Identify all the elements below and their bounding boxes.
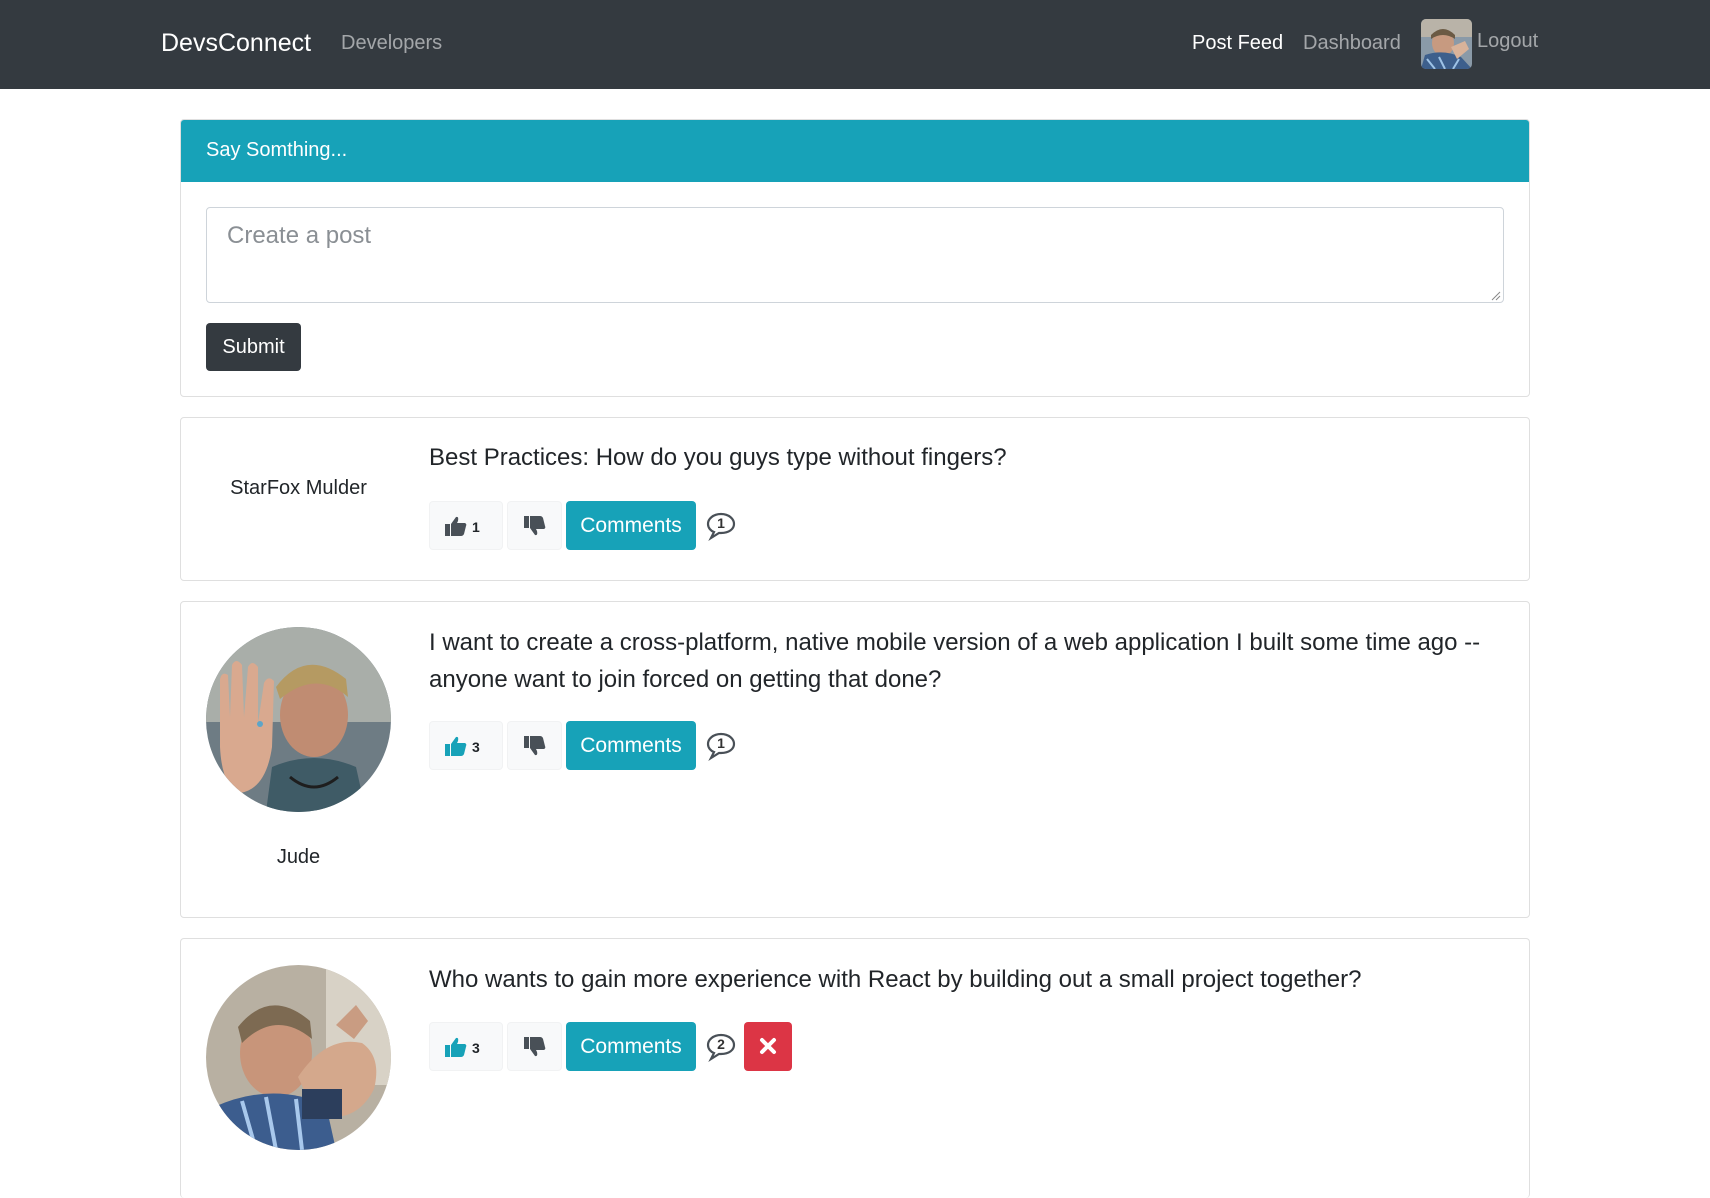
unlike-button[interactable] (507, 1022, 562, 1071)
nav-dashboard[interactable]: Dashboard (1303, 32, 1401, 55)
post-text: Best Practices: How do you guys type wit… (429, 444, 1007, 471)
post-author-name: StarFox Mulder (230, 477, 367, 499)
thumbs-down-icon (524, 516, 546, 536)
post-author-name: Jude (276, 846, 321, 868)
comment-count: 1 (717, 735, 725, 751)
thumbs-down-icon (524, 736, 546, 756)
comments-button[interactable]: Comments (566, 1022, 696, 1071)
thumbs-up-icon (445, 1037, 467, 1057)
like-button[interactable]: 3 (429, 721, 503, 770)
navbar: DevsConnect Developers Post Feed Dashboa… (0, 0, 1710, 89)
thumbs-down-icon (524, 1037, 546, 1057)
comment-count-badge: 2 (705, 1032, 737, 1062)
resize-grip-icon[interactable] (1491, 291, 1501, 301)
create-post-input[interactable] (206, 207, 1504, 303)
post-item: Who wants to gain more experience with R… (180, 938, 1530, 1198)
like-button[interactable]: 3 (429, 1022, 503, 1071)
post-form-card: Say Somthing... Submit (180, 119, 1530, 397)
like-button[interactable]: 1 (429, 501, 503, 550)
user-avatar[interactable] (1421, 19, 1472, 69)
like-count: 3 (472, 1040, 480, 1056)
comments-button[interactable]: Comments (566, 721, 696, 770)
comments-button[interactable]: Comments (566, 501, 696, 550)
unlike-button[interactable] (507, 721, 562, 770)
delete-post-button[interactable] (744, 1022, 792, 1071)
thumbs-up-icon (445, 736, 467, 756)
like-count: 3 (472, 739, 480, 755)
comment-count-badge: 1 (705, 731, 737, 761)
brand-logo[interactable]: DevsConnect (161, 29, 311, 58)
post-form-header: Say Somthing... (181, 120, 1529, 182)
thumbs-up-icon (445, 516, 467, 536)
post-item: Jude I want to create a cross-platform, … (180, 601, 1530, 918)
comment-count-badge: 1 (705, 511, 737, 541)
post-text: Who wants to gain more experience with R… (429, 966, 1362, 993)
submit-button[interactable]: Submit (206, 323, 301, 371)
author-avatar[interactable] (206, 627, 391, 812)
close-icon (760, 1038, 776, 1054)
nav-logout[interactable]: Logout (1477, 30, 1538, 53)
nav-developers[interactable]: Developers (341, 32, 442, 55)
nav-post-feed[interactable]: Post Feed (1192, 32, 1283, 55)
author-avatar[interactable] (206, 965, 391, 1150)
post-text: I want to create a cross-platform, nativ… (429, 629, 1481, 693)
comment-count: 1 (717, 515, 725, 531)
like-count: 1 (472, 519, 480, 535)
unlike-button[interactable] (507, 501, 562, 550)
post-item: StarFox Mulder Best Practices: How do yo… (180, 417, 1530, 581)
comment-count: 2 (717, 1036, 725, 1052)
